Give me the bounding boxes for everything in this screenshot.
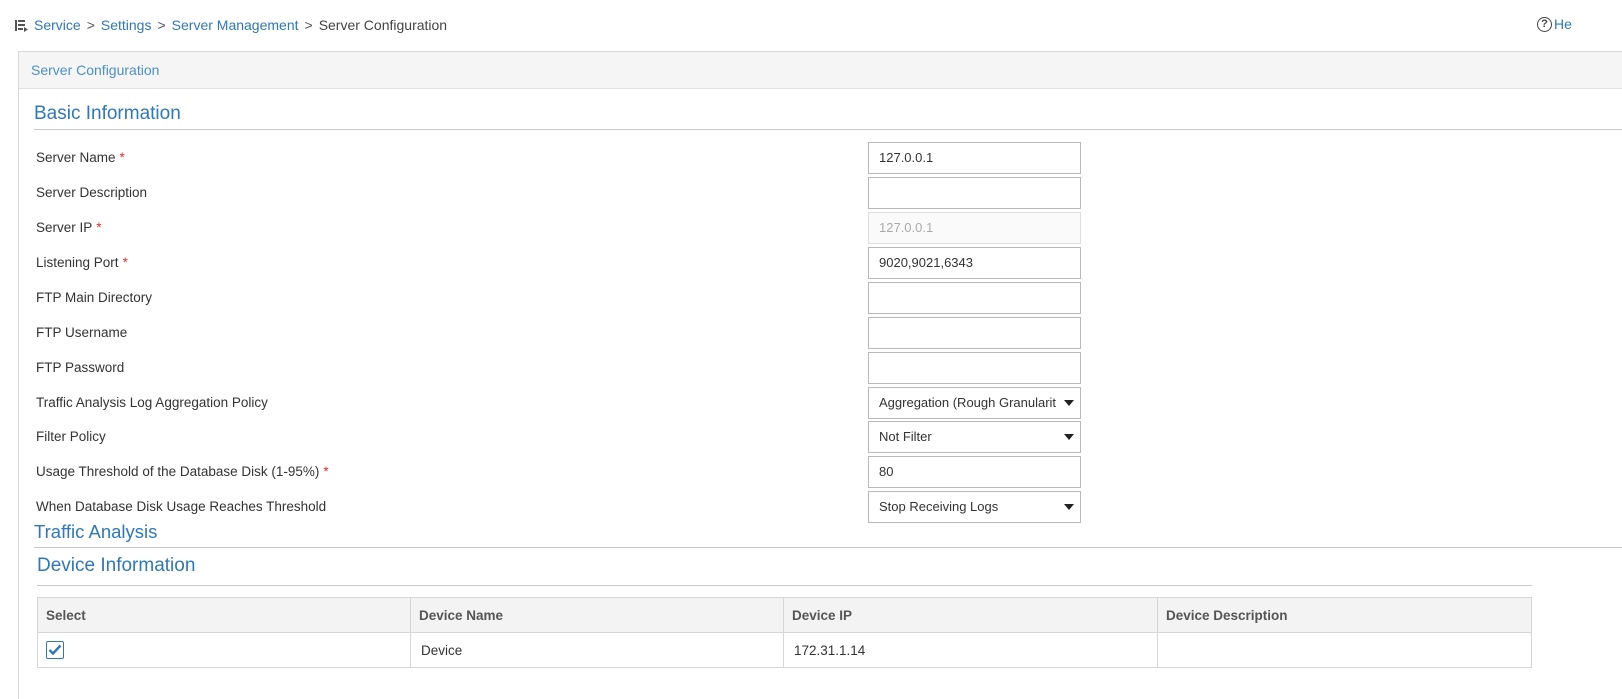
device-name-cell: Device [410,632,784,668]
form-row-disk-threshold: Usage Threshold of the Database Disk (1-… [19,456,1119,488]
server-name-label: Server Name * [36,150,125,165]
disk-threshold-input[interactable]: 80 [868,456,1081,488]
column-header-select[interactable]: Select [37,597,411,633]
breadcrumb-separator: > [157,17,166,33]
required-marker: * [122,255,128,270]
panel-header: Server Configuration [19,52,1622,89]
filter-policy-value: Not Filter [879,429,932,444]
filter-policy-select[interactable]: Not Filter [868,421,1081,453]
listening-port-input[interactable]: 9020,9021,6343 [868,247,1081,279]
column-header-device-ip[interactable]: Device IP [783,597,1158,633]
ftp-username-label: FTP Username [36,325,128,340]
threshold-action-label: When Database Disk Usage Reaches Thresho… [36,499,327,514]
server-configuration-panel: Server Configuration Basic Information S… [18,51,1622,699]
ftp-main-directory-input[interactable] [868,282,1081,314]
form-row-server-description: Server Description [19,177,1119,209]
form-row-threshold-action: When Database Disk Usage Reaches Thresho… [19,491,1119,523]
server-name-input[interactable]: 127.0.0.1 [868,142,1081,174]
aggregation-policy-select[interactable]: Aggregation (Rough Granularit [868,387,1081,419]
form-row-ftp-main-directory: FTP Main Directory [19,282,1119,314]
section-divider [37,585,1532,586]
breadcrumb-separator: > [304,17,313,33]
server-ip-input: 127.0.0.1 [868,212,1081,244]
required-marker: * [96,220,102,235]
section-divider [34,129,1622,130]
select-cell [37,632,411,668]
dropdown-caret-icon [1064,400,1074,406]
column-header-device-name[interactable]: Device Name [410,597,784,633]
ftp-password-input[interactable] [868,352,1081,384]
form-row-ftp-password: FTP Password [19,352,1119,384]
device-description-cell [1157,632,1532,668]
form-row-server-name: Server Name * 127.0.0.1 [19,142,1119,174]
disk-threshold-label: Usage Threshold of the Database Disk (1-… [36,464,329,479]
breadcrumb: Service > Settings > Server Management >… [14,16,447,34]
section-divider [34,547,1622,548]
form-row-filter-policy: Filter Policy Not Filter [19,421,1119,453]
table-header-row: Select Device Name Device IP Device Desc… [37,597,1532,633]
threshold-action-select[interactable]: Stop Receiving Logs [868,491,1081,523]
device-ip-cell: 172.31.1.14 [783,632,1158,668]
aggregation-policy-label: Traffic Analysis Log Aggregation Policy [36,395,268,410]
breadcrumb-link-settings[interactable]: Settings [101,17,152,33]
breadcrumb-nav-icon [15,19,28,32]
server-description-input[interactable] [868,177,1081,209]
listening-port-label: Listening Port * [36,255,128,270]
ftp-username-input[interactable] [868,317,1081,349]
dropdown-caret-icon [1064,504,1074,510]
ftp-main-directory-label: FTP Main Directory [36,290,153,305]
column-header-device-description[interactable]: Device Description [1157,597,1532,633]
device-table: Select Device Name Device IP Device Desc… [37,597,1532,668]
threshold-action-value: Stop Receiving Logs [879,499,999,514]
form-row-ftp-username: FTP Username [19,317,1119,349]
section-title-traffic-analysis: Traffic Analysis [34,521,158,542]
table-row: Device 172.31.1.14 [37,632,1532,668]
breadcrumb-link-service[interactable]: Service [34,17,81,33]
help-icon: ? [1537,16,1552,32]
aggregation-policy-value: Aggregation (Rough Granularit [879,395,1057,410]
server-ip-label: Server IP * [36,220,102,235]
dropdown-caret-icon [1064,434,1074,440]
form-row-server-ip: Server IP * 127.0.0.1 [19,212,1119,244]
breadcrumb-link-server-management[interactable]: Server Management [172,17,299,33]
help-link[interactable]: ? He [1537,16,1572,32]
required-marker: * [119,150,125,165]
required-marker: * [323,464,329,479]
form-row-listening-port: Listening Port * 9020,9021,6343 [19,247,1119,279]
filter-policy-label: Filter Policy [36,429,106,444]
section-title-basic-information: Basic Information [34,103,181,124]
ftp-password-label: FTP Password [36,360,125,375]
section-title-device-information: Device Information [37,555,196,576]
breadcrumb-separator: > [86,17,95,33]
breadcrumb-current: Server Configuration [318,17,448,33]
help-label: He [1554,16,1572,32]
form-row-aggregation-policy: Traffic Analysis Log Aggregation Policy … [19,387,1119,419]
checkmark-icon [48,644,62,656]
server-description-label: Server Description [36,185,148,200]
row-select-checkbox[interactable] [46,641,64,659]
